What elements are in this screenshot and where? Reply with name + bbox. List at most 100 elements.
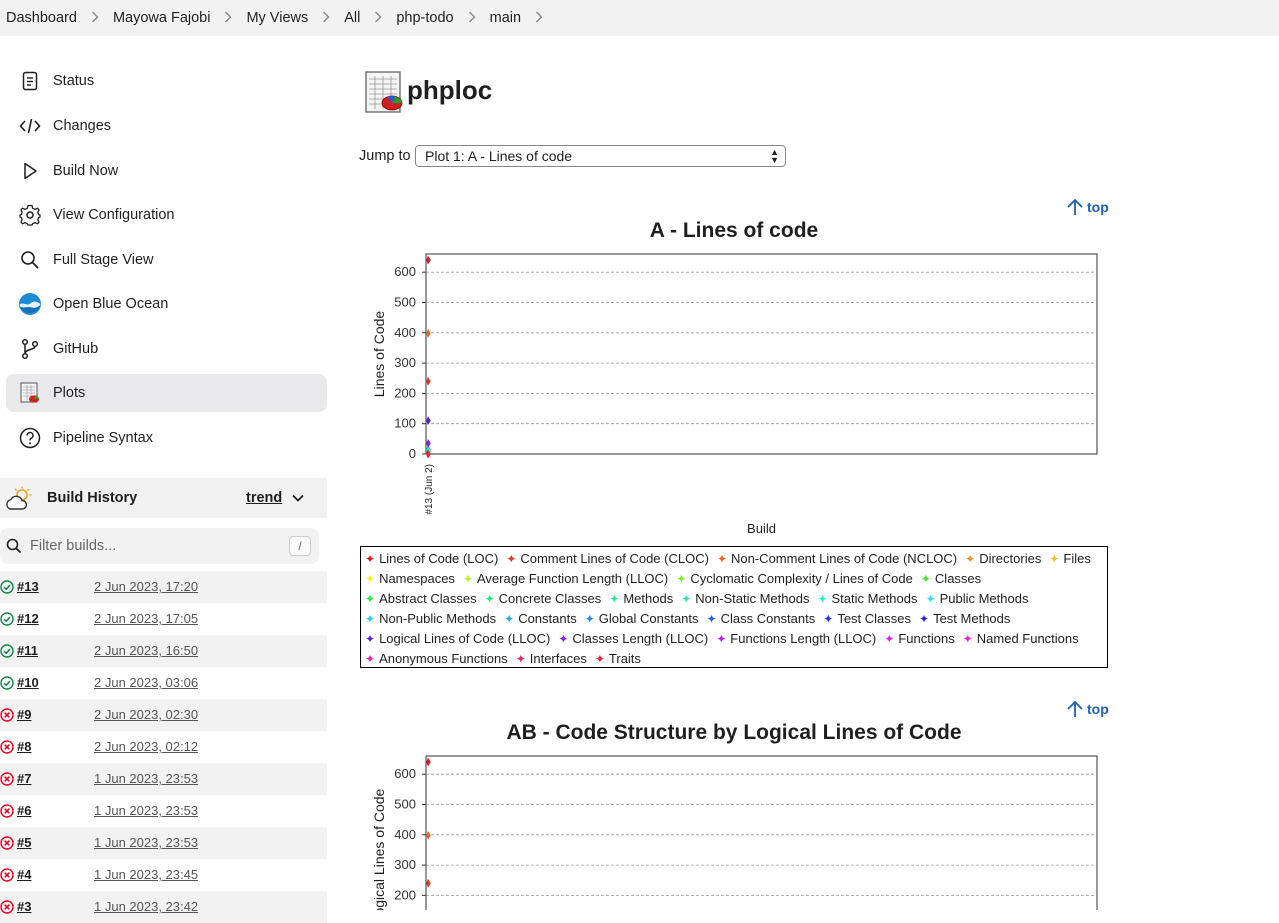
build-date-link[interactable]: 1 Jun 2023, 23:53 xyxy=(94,803,198,818)
build-number-link[interactable]: #3 xyxy=(17,899,31,914)
legend-marker-icon: ✦ xyxy=(919,612,930,626)
build-row: #8 2 Jun 2023, 02:12 xyxy=(0,731,327,763)
sidebar-item-changes[interactable]: Changes xyxy=(6,107,327,145)
failed-icon xyxy=(0,804,14,818)
top-link[interactable]: top xyxy=(1066,700,1109,718)
build-number-link[interactable]: #12 xyxy=(17,611,39,626)
build-number-link[interactable]: #13 xyxy=(17,579,39,594)
sidebar-item-github[interactable]: GitHub xyxy=(6,330,327,368)
plot-icon xyxy=(365,71,403,113)
sidebar-item-view-configuration[interactable]: View Configuration xyxy=(6,196,327,234)
build-number-link[interactable]: #7 xyxy=(17,771,31,786)
build-date-link[interactable]: 2 Jun 2023, 17:05 xyxy=(94,611,198,626)
top-link[interactable]: top xyxy=(1066,198,1109,216)
build-date-link[interactable]: 2 Jun 2023, 17:20 xyxy=(94,579,198,594)
legend-item: ✦ Cyclomatic Complexity / Lines of Code xyxy=(676,569,913,589)
legend-item: ✦ Namespaces xyxy=(365,569,455,589)
legend-label: Lines of Code (LOC) xyxy=(379,551,499,566)
build-number-link[interactable]: #9 xyxy=(17,707,31,722)
keyboard-shortcut-badge: / xyxy=(289,536,311,556)
sidebar-item-full-stage-view[interactable]: Full Stage View xyxy=(6,241,327,279)
legend-marker-icon: ✦ xyxy=(365,552,376,566)
sidebar-item-build-now[interactable]: Build Now xyxy=(6,152,327,190)
plot-jump-select[interactable]: Plot 1: A - Lines of code ▲ ▼ xyxy=(415,145,786,167)
build-number-link[interactable]: #8 xyxy=(17,739,31,754)
build-history-title: Build History xyxy=(47,490,138,506)
chevron-down-icon[interactable] xyxy=(291,491,305,510)
failed-icon xyxy=(0,900,14,914)
build-number-link[interactable]: #6 xyxy=(17,803,31,818)
sidebar-item-label: Changes xyxy=(53,118,112,134)
breadcrumb-item[interactable]: php-todo xyxy=(396,10,453,26)
search-icon xyxy=(18,248,42,272)
build-row: #10 2 Jun 2023, 03:06 xyxy=(0,667,327,699)
breadcrumb-item[interactable]: My Views xyxy=(246,10,308,26)
chart-title: A - Lines of code xyxy=(649,219,819,242)
sidebar-item-label: Full Stage View xyxy=(53,252,154,268)
breadcrumb-item[interactable]: main xyxy=(490,10,521,26)
legend-item: ✦ Average Function Length (LLOC) xyxy=(463,569,668,589)
sidebar-item-open-blue-ocean[interactable]: Open Blue Ocean xyxy=(6,285,327,323)
chart-title: AB - Code Structure by Logical Lines of … xyxy=(506,721,962,744)
legend-label: Concrete Classes xyxy=(498,591,602,606)
build-date-link[interactable]: 1 Jun 2023, 23:42 xyxy=(94,899,198,914)
sidebar-item-label: GitHub xyxy=(53,341,99,357)
legend-item: ✦ Functions xyxy=(884,629,954,649)
legend-item: ✦ Concrete Classes xyxy=(485,589,602,609)
failed-icon xyxy=(0,708,14,722)
sidebar-item-pipeline-syntax[interactable]: Pipeline Syntax xyxy=(6,419,327,457)
legend-item: ✦ Anonymous Functions xyxy=(365,649,508,669)
top-link-label: top xyxy=(1087,701,1109,717)
build-date-link[interactable]: 2 Jun 2023, 02:12 xyxy=(94,739,198,754)
legend-label: Average Function Length (LLOC) xyxy=(477,571,669,586)
build-number-link[interactable]: #11 xyxy=(17,643,38,658)
legend-marker-icon: ✦ xyxy=(484,592,495,606)
legend-label: Anonymous Functions xyxy=(379,651,508,666)
build-number-link[interactable]: #5 xyxy=(17,835,31,850)
build-date-link[interactable]: 2 Jun 2023, 02:30 xyxy=(94,707,198,722)
legend-item: ✦ Lines of Code (LOC) xyxy=(365,549,498,569)
build-date-link[interactable]: 2 Jun 2023, 16:50 xyxy=(94,643,198,658)
y-tick-label: 100 xyxy=(394,416,416,431)
legend-marker-icon: ✦ xyxy=(706,612,717,626)
help-icon xyxy=(18,426,42,450)
legend-item: ✦ Public Methods xyxy=(926,589,1029,609)
sidebar-item-status[interactable]: Status xyxy=(6,62,327,100)
legend-item: ✦ Classes xyxy=(921,569,981,589)
sidebar-item-label: Build Now xyxy=(53,163,119,179)
build-date-link[interactable]: 2 Jun 2023, 03:06 xyxy=(94,675,198,690)
legend-label: Functions Length (LLOC) xyxy=(730,631,877,646)
legend-item: ✦ Files xyxy=(1049,549,1091,569)
build-number-link[interactable]: #4 xyxy=(17,867,31,882)
sidebar-item-plots[interactable]: Plots xyxy=(6,374,327,412)
build-date-link[interactable]: 1 Jun 2023, 23:53 xyxy=(94,835,198,850)
failed-icon xyxy=(0,868,14,882)
legend-marker-icon: ✦ xyxy=(594,652,605,666)
legend-label: Non-Public Methods xyxy=(379,611,497,626)
legend-marker-icon: ✦ xyxy=(817,592,828,606)
weather-icon xyxy=(5,486,33,517)
success-icon xyxy=(0,612,14,626)
legend-marker-icon: ✦ xyxy=(676,572,687,586)
legend-label: Abstract Classes xyxy=(379,591,477,606)
y-tick-label: 0 xyxy=(409,446,416,461)
breadcrumb-item[interactable]: Mayowa Fajobi xyxy=(113,10,211,26)
build-date-link[interactable]: 1 Jun 2023, 23:45 xyxy=(94,867,198,882)
trend-link[interactable]: trend xyxy=(246,490,282,506)
y-tick-label: 600 xyxy=(394,766,416,781)
breadcrumb-item[interactable]: Dashboard xyxy=(6,10,77,26)
jump-to-label: Jump to xyxy=(359,148,411,164)
arrow-up-icon xyxy=(1067,700,1083,717)
y-axis-label: Logical Lines of Code xyxy=(371,788,387,910)
build-number-link[interactable]: #10 xyxy=(17,675,39,690)
breadcrumb-item[interactable]: All xyxy=(344,10,360,26)
y-tick-label: 200 xyxy=(394,385,416,400)
chevron-right-icon xyxy=(224,11,232,26)
chevron-right-icon xyxy=(322,11,330,26)
build-date-link[interactable]: 1 Jun 2023, 23:53 xyxy=(94,771,198,786)
filter-builds-input[interactable] xyxy=(30,528,280,564)
legend-item: ✦ Non-Public Methods xyxy=(365,609,496,629)
build-row: #7 1 Jun 2023, 23:53 xyxy=(0,763,327,795)
legend-marker-icon: ✦ xyxy=(716,552,727,566)
success-icon xyxy=(0,580,14,594)
